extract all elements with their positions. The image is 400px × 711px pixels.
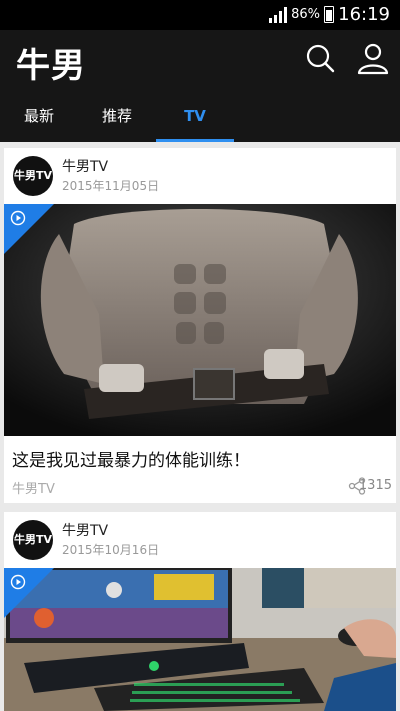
active-tab-indicator (156, 139, 234, 142)
play-icon (10, 210, 26, 226)
battery-icon (324, 6, 334, 23)
app-logo: 牛男 (16, 46, 86, 86)
search-icon (306, 44, 335, 73)
tab-latest[interactable]: 最新 (8, 90, 70, 142)
clock: 16:19 (338, 4, 390, 25)
avatar[interactable]: 牛男TV (13, 156, 53, 196)
fitness-image (4, 204, 396, 436)
post-date: 2015年11月05日 (62, 179, 160, 193)
signal-icon (269, 7, 287, 23)
feed-card[interactable]: 牛男TV 牛男TV 2015年10月16日 (4, 512, 396, 711)
video-thumbnail[interactable] (4, 568, 396, 711)
app-bar: 牛男 (0, 30, 400, 90)
gaming-setup-image (4, 568, 396, 711)
tab-tv[interactable]: TV (156, 90, 234, 142)
avatar[interactable]: 牛男TV (13, 520, 53, 560)
user-icon (357, 43, 389, 75)
user-button[interactable] (355, 40, 391, 76)
post-title[interactable]: 这是我见过最暴力的体能训练！ (12, 446, 250, 471)
post-date: 2015年10月16日 (62, 543, 160, 557)
feed-card[interactable]: 牛男TV 牛男TV 2015年11月05日 这是我见过最暴力的体能训练！ 牛男T… (4, 148, 396, 503)
play-icon (10, 574, 26, 590)
search-button[interactable] (302, 40, 338, 76)
author-name[interactable]: 牛男TV (62, 520, 108, 540)
battery-percentage: 86% (291, 7, 320, 22)
tab-recommended[interactable]: 推荐 (86, 90, 148, 142)
share-count: 1315 (358, 478, 392, 493)
status-bar: 86% 16:19 (0, 0, 400, 30)
tab-bar: 最新 推荐 TV (0, 90, 400, 142)
post-source: 牛男TV (12, 482, 55, 497)
author-name[interactable]: 牛男TV (62, 156, 108, 176)
video-thumbnail[interactable] (4, 204, 396, 436)
